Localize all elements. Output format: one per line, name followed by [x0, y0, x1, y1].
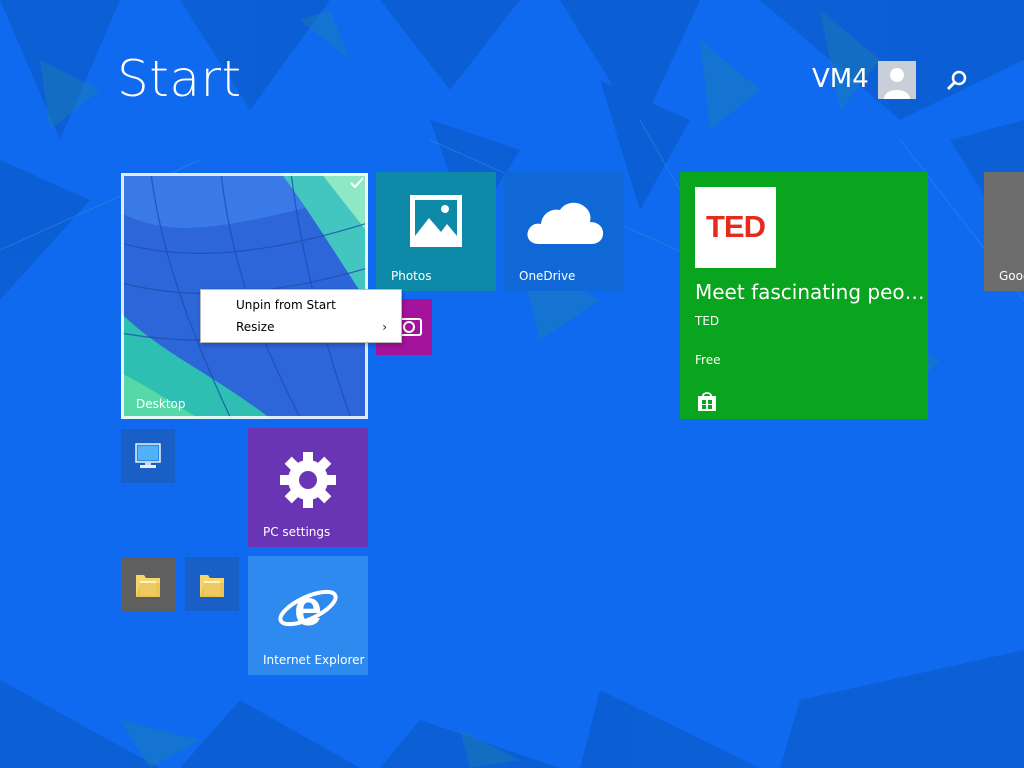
tile-label: Photos [391, 269, 432, 283]
gear-icon [280, 452, 336, 508]
tile-google[interactable]: Goog [984, 172, 1024, 291]
tile-label: Internet Explorer [263, 653, 365, 667]
photos-icon [410, 195, 462, 247]
tile-label: Desktop [136, 397, 186, 411]
ted-logo: TED [695, 187, 776, 268]
user-name[interactable]: VM4 [812, 64, 869, 94]
cloud-icon [527, 202, 604, 244]
ted-publisher: TED [695, 314, 720, 328]
folder-icon [200, 575, 224, 597]
tile-photos[interactable]: Photos [376, 172, 496, 291]
ted-logo-text: TED [706, 209, 766, 244]
folder-icon [136, 575, 160, 597]
ted-headline: Meet fascinating peo… [695, 280, 925, 304]
tile-label: PC settings [263, 525, 331, 539]
user-silhouette-icon [878, 61, 916, 99]
search-icon[interactable] [942, 66, 972, 96]
page-title: Start [117, 50, 242, 108]
ted-price: Free [695, 353, 721, 367]
store-icon [698, 392, 716, 411]
menu-item-resize[interactable]: Resize › [201, 316, 401, 338]
tile-label: Goog [999, 269, 1024, 283]
internet-explorer-icon: e [278, 580, 338, 636]
computer-icon [135, 443, 161, 468]
tile-internet-explorer[interactable]: e Internet Explorer [248, 556, 368, 675]
menu-item-unpin-from-start[interactable]: Unpin from Start [201, 294, 401, 316]
tile-onedrive[interactable]: OneDrive [504, 172, 624, 291]
chevron-right-icon: › [382, 320, 387, 334]
tile-file-explorer[interactable] [121, 557, 175, 611]
checkmark-icon [350, 177, 364, 189]
start-screen: Start VM4 Desktop Photos OneDrive TED Me… [0, 0, 1024, 768]
tile-pc-settings[interactable]: PC settings [248, 428, 368, 547]
svg-text:e: e [294, 580, 322, 636]
menu-item-label: Unpin from Start [236, 298, 336, 312]
tile-this-pc[interactable] [121, 429, 175, 483]
user-avatar-icon[interactable] [878, 61, 916, 99]
tile-ted[interactable]: TED Meet fascinating peo… TED Free [680, 172, 928, 419]
tile-documents[interactable] [185, 557, 239, 611]
menu-item-label: Resize [236, 320, 275, 334]
tile-label: OneDrive [519, 269, 576, 283]
tile-context-menu: Unpin from Start Resize › [200, 289, 402, 343]
